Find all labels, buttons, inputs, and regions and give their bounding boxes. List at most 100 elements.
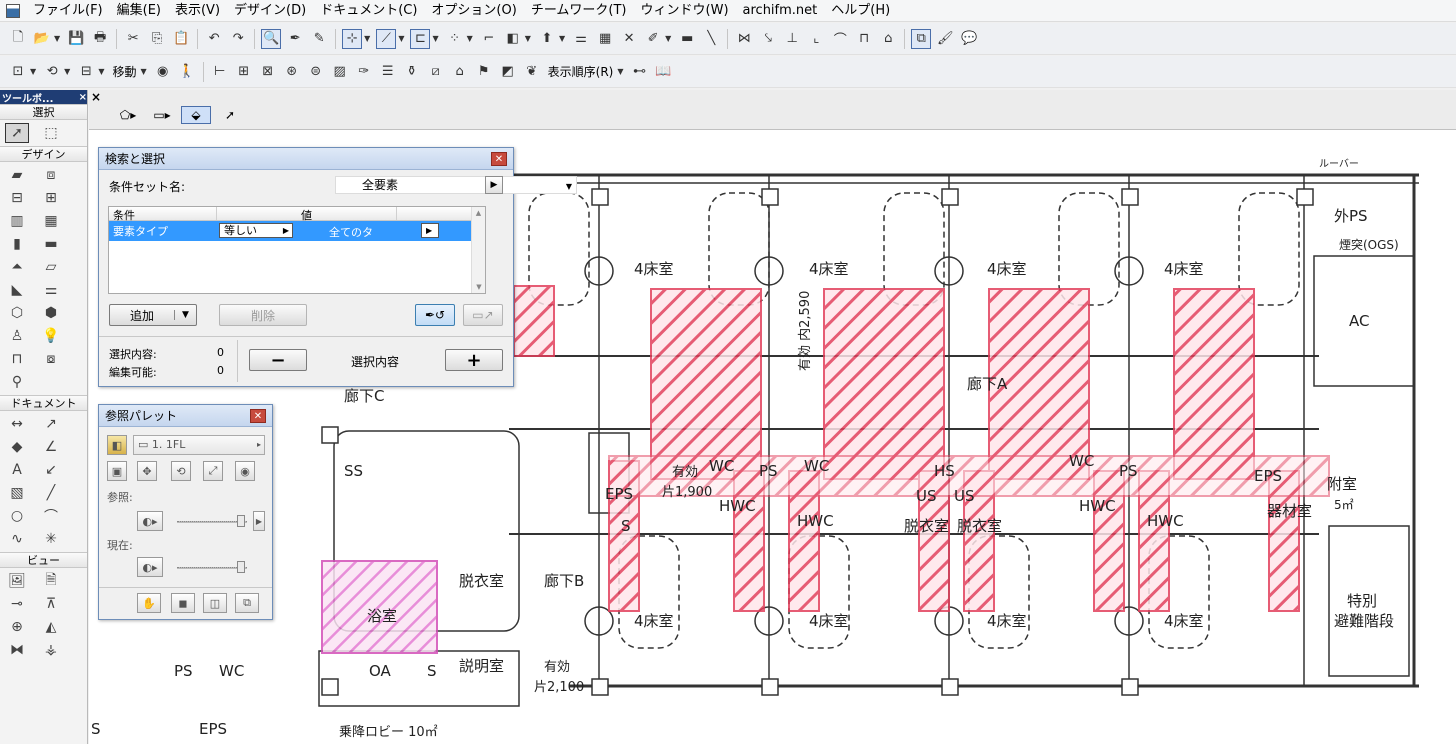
knife-icon[interactable]: ╲	[701, 29, 721, 49]
align-center-icon[interactable]: ⊞	[234, 62, 254, 82]
layer-combination-icon[interactable]: ◧	[503, 29, 523, 49]
reference-toggle-icon[interactable]: ◧	[107, 435, 127, 455]
pen-icon[interactable]: ✑	[354, 62, 374, 82]
arrow-tool-icon[interactable]: ➚	[5, 123, 29, 143]
print-icon[interactable]: 🖶	[90, 29, 110, 49]
roof-icon[interactable]: ⌂	[878, 29, 898, 49]
gravity-dropdown-icon[interactable]: ▼	[432, 34, 438, 43]
drag-dropdown-icon[interactable]: ▼	[30, 67, 36, 76]
dimension-tool-icon[interactable]: ↔	[5, 414, 29, 434]
show-reference-icon[interactable]: ▣	[107, 461, 127, 481]
toolbox-close-icon[interactable]: ×	[79, 92, 87, 103]
level-dimension-icon[interactable]: ◆	[5, 437, 29, 457]
menu-help[interactable]: ヘルプ(H)	[824, 0, 897, 22]
list-icon[interactable]: ☰	[378, 62, 398, 82]
table-icon[interactable]: ▦	[595, 29, 615, 49]
figure-tool-icon[interactable]: 🖼	[5, 571, 29, 591]
skylight-tool-icon[interactable]: ⧇	[39, 349, 63, 369]
explode-icon[interactable]: ⊛	[282, 62, 302, 82]
compare-icon[interactable]: ⧉	[235, 593, 259, 613]
current-color-icon[interactable]: ◐▸	[137, 557, 163, 577]
menu-options[interactable]: オプション(O)	[424, 0, 523, 22]
rotated-rectangle-icon[interactable]: ⬙	[181, 106, 211, 124]
rotate-reference-icon[interactable]: ⟲	[171, 461, 191, 481]
section-tool-icon[interactable]: ⊸	[5, 594, 29, 614]
mirror-icon[interactable]: ⊟	[76, 62, 96, 82]
column-tool-icon[interactable]: ▮	[5, 234, 29, 254]
side-by-side-icon[interactable]: ◫	[203, 593, 227, 613]
elevation-tool-icon[interactable]: ⊼	[39, 594, 63, 614]
reference-layer-dropdown[interactable]: ▭ 1. 1FL ▸	[133, 435, 265, 455]
rotate-dropdown-icon[interactable]: ▼	[64, 67, 70, 76]
reset-reference-icon[interactable]: ◉	[235, 461, 255, 481]
grid-tool-icon[interactable]: ⊞	[39, 188, 63, 208]
light-tool-icon[interactable]: ⚲	[5, 372, 29, 392]
align-distribute-icon[interactable]: ⊠	[258, 62, 278, 82]
pick-up-criteria-icon[interactable]: ✒↺	[415, 304, 455, 326]
group-icon[interactable]: ⊜	[306, 62, 326, 82]
guide-lines-icon[interactable]: ⟋	[376, 28, 397, 49]
paste-icon[interactable]: 📋	[171, 29, 191, 49]
menu-teamwork[interactable]: チームワーク(T)	[524, 0, 634, 22]
render-icon[interactable]: 🖌	[935, 29, 955, 49]
display-order-label[interactable]: 表示順序(R)	[544, 63, 618, 80]
add-button[interactable]: 追加 ▼	[109, 304, 197, 326]
operator-dropdown[interactable]: 等しい ▶	[219, 223, 293, 238]
palette-icon[interactable]: ◩	[498, 62, 518, 82]
cross-icon[interactable]: ✕	[619, 29, 639, 49]
criteria-scrollbar[interactable]: ▲ ▼	[471, 207, 485, 293]
pencil-dropdown-icon[interactable]: ▼	[665, 34, 671, 43]
circle-tool-icon[interactable]: ○	[5, 506, 29, 526]
value-menu-button[interactable]: ▶	[421, 223, 439, 238]
parrot-icon[interactable]: ❦	[522, 62, 542, 82]
display-order-dropdown-icon[interactable]: ▼	[617, 67, 623, 76]
canvas-close-icon[interactable]: ×	[91, 90, 101, 104]
offset-icon[interactable]: ⊓	[854, 29, 874, 49]
curve-icon[interactable]: ⌒	[830, 29, 850, 49]
menu-edit[interactable]: 編集(E)	[110, 0, 168, 22]
menu-archifm[interactable]: archifm.net	[736, 0, 825, 22]
rotate-icon[interactable]: ⟲	[42, 62, 62, 82]
walk-icon[interactable]: 🚶	[177, 62, 197, 82]
criteria-row[interactable]: 要素タイプ 等しい ▶ 全てのタ ▶	[109, 221, 485, 241]
menu-window[interactable]: ウィンドウ(W)	[634, 0, 736, 22]
apply-criteria-icon[interactable]: ▭↗	[463, 304, 503, 326]
close-icon[interactable]: ✕	[250, 408, 266, 423]
polygon-select-icon[interactable]: ⬠▸	[113, 106, 143, 124]
hand-icon[interactable]: ✋	[137, 593, 161, 613]
mesh-tool-icon[interactable]: ▦	[39, 211, 63, 231]
shell-tool-icon[interactable]: ◣	[5, 280, 29, 300]
beam-tool-icon[interactable]: ▬	[39, 234, 63, 254]
polyline-tool-icon[interactable]: ⌒	[39, 506, 63, 526]
add-dropdown-icon[interactable]: ▼	[174, 310, 196, 320]
snap-dropdown-icon[interactable]: ▼	[364, 34, 370, 43]
inject-icon[interactable]: ✎	[309, 29, 329, 49]
scroll-up-icon[interactable]: ▲	[472, 209, 485, 217]
hatch-icon[interactable]: ▨	[330, 62, 350, 82]
text-tool-icon[interactable]: A	[5, 460, 29, 480]
scroll-down-icon[interactable]: ▼	[472, 283, 486, 291]
move-reference-icon[interactable]: ✥	[137, 461, 157, 481]
criteria-set-menu-button[interactable]: ▶	[485, 176, 503, 194]
split-icon[interactable]: ⋈	[734, 29, 754, 49]
pointer-icon[interactable]: ➚	[215, 106, 245, 124]
line-tool-icon[interactable]: ╱	[39, 483, 63, 503]
label-tool-icon[interactable]: ↙	[39, 460, 63, 480]
layers-icon[interactable]: ⧉	[911, 28, 932, 49]
move-label[interactable]: 移動	[108, 63, 140, 80]
align-left-icon[interactable]: ⊢	[210, 62, 230, 82]
app-icon[interactable]	[6, 3, 20, 18]
stair-icon[interactable]: ⚌	[571, 29, 591, 49]
fillet-icon[interactable]: ⌞	[806, 29, 826, 49]
criterion-value[interactable]: 全てのタ	[329, 224, 373, 240]
open-dropdown-icon[interactable]: ▼	[54, 34, 60, 43]
hotspot-tool-icon[interactable]: ✳	[39, 529, 63, 549]
railing-tool-icon[interactable]: ⊓	[5, 349, 29, 369]
grid-snap-icon[interactable]: ⁘	[445, 29, 465, 49]
fill-tool-icon[interactable]: ▧	[5, 483, 29, 503]
house-icon[interactable]: ⌂	[450, 62, 470, 82]
mirror-dropdown-icon[interactable]: ▼	[98, 67, 104, 76]
close-icon[interactable]: ✕	[491, 151, 507, 166]
reference-slider-arrow-icon[interactable]: ▶	[253, 511, 265, 531]
comment-icon[interactable]: 💬	[959, 29, 979, 49]
